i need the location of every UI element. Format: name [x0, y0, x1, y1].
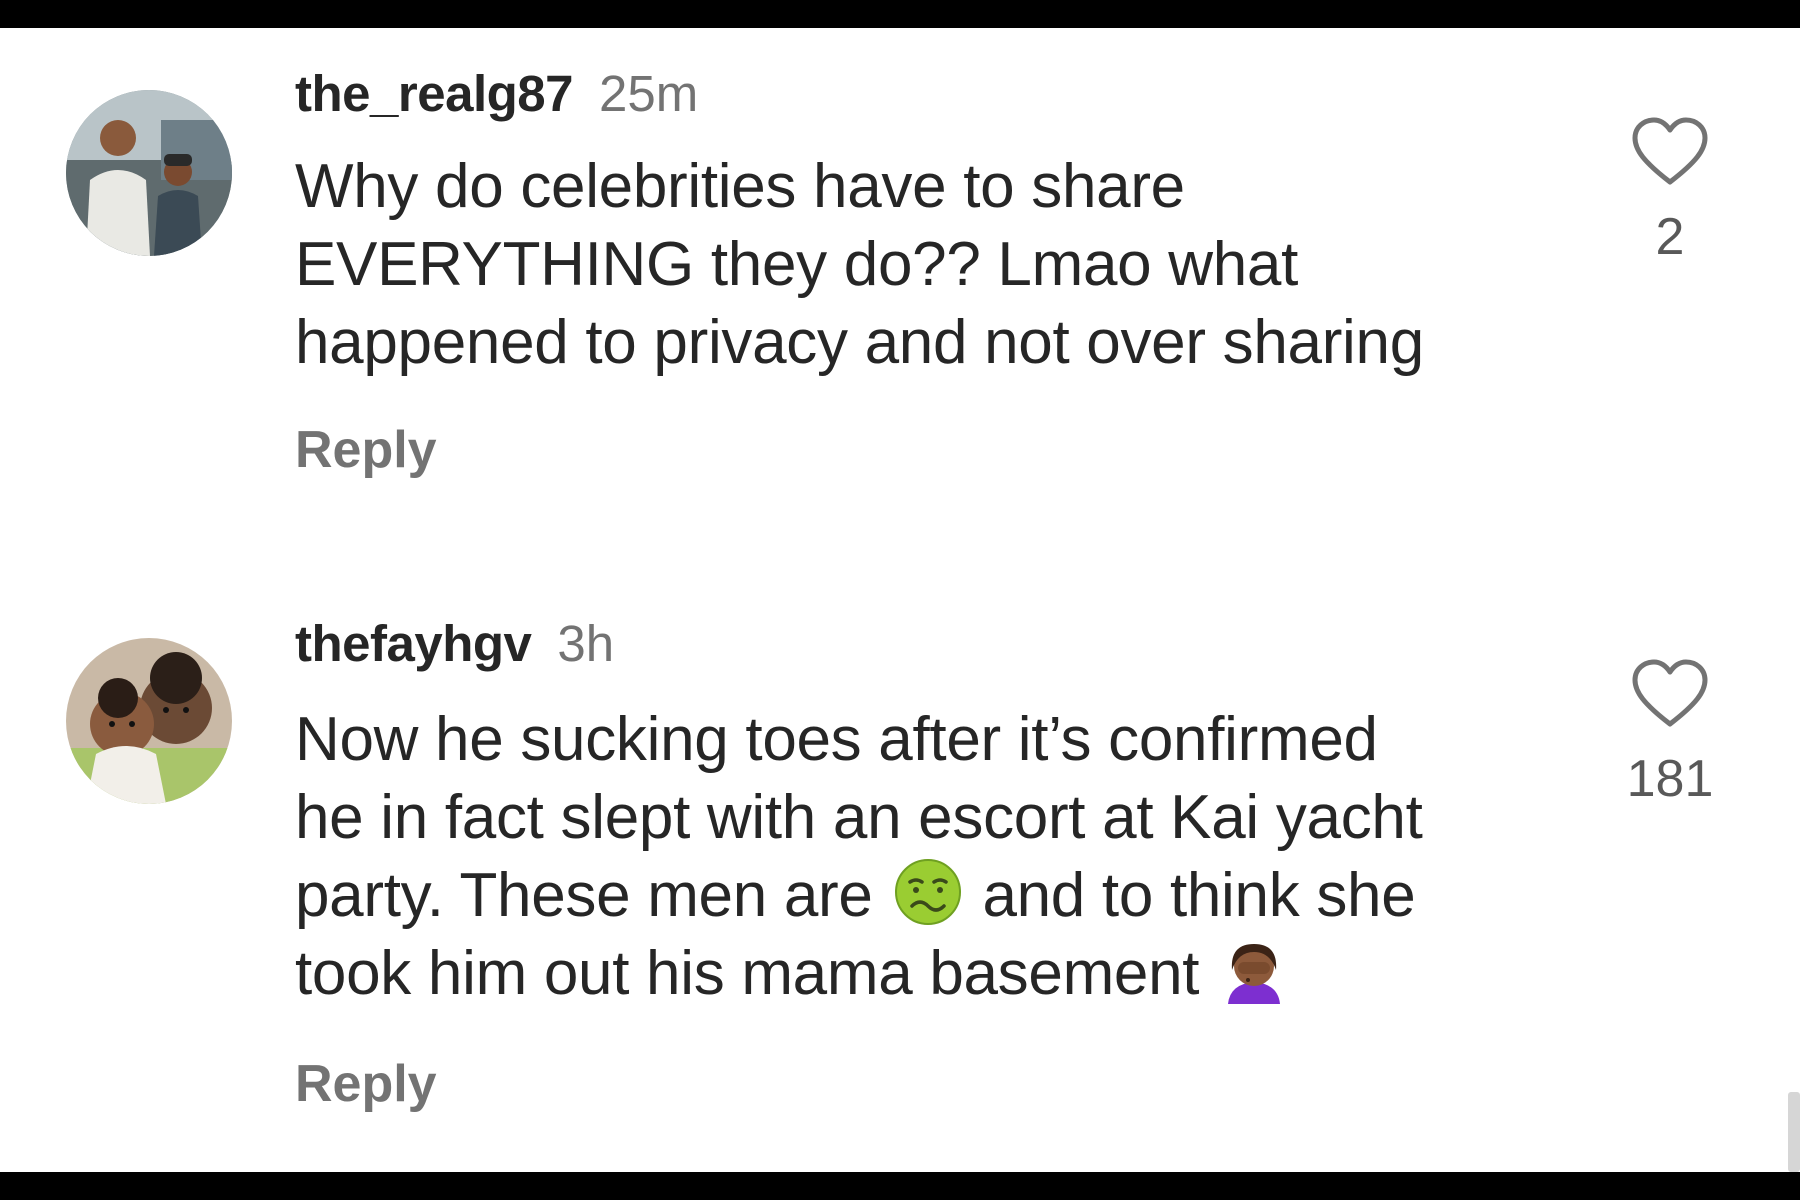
comment-text-fragment: took him out his mama basement [295, 939, 1200, 1008]
comment-meta: thefayhgv 3h [295, 614, 614, 674]
heart-outline-icon[interactable] [1630, 658, 1710, 730]
comment-item: the_realg87 25m Why do celebrities have t… [0, 28, 1800, 548]
avatar[interactable] [66, 638, 232, 804]
reply-button[interactable]: Reply [295, 1054, 437, 1114]
comment-text: Now he sucking toes after it’s confirmed… [295, 701, 1555, 1013]
comment-line: took him out his mama basement [295, 935, 1555, 1013]
comment-line: EVERYTHING they do?? Lmao what [295, 230, 1299, 299]
user-photo-icon [66, 638, 232, 804]
comment-timestamp: 25m [599, 65, 699, 122]
nauseated-face-emoji-icon [894, 858, 962, 926]
comment-line: happened to privacy and not over sharing [295, 308, 1424, 377]
comment-line: Now he sucking toes after it’s confirmed [295, 705, 1378, 774]
comment-timestamp: 3h [557, 615, 615, 672]
avatar[interactable] [66, 90, 232, 256]
comment-meta: the_realg87 25m [295, 64, 698, 124]
comment-text-fragment: party. These men are [295, 861, 873, 930]
scrollbar-thumb[interactable] [1788, 1092, 1800, 1172]
comment-text: Why do celebrities have to share EVERYTH… [295, 148, 1555, 382]
comment-line: Why do celebrities have to share [295, 152, 1185, 221]
like-control: 2 [1610, 116, 1730, 267]
username-link[interactable]: thefayhgv [295, 615, 532, 672]
like-count: 181 [1626, 750, 1714, 808]
comment-line: party. These men are and to think she [295, 857, 1555, 935]
woman-facepalming-emoji-icon [1220, 936, 1288, 1004]
reply-button[interactable]: Reply [295, 420, 437, 480]
user-photo-icon [66, 90, 232, 256]
username-link[interactable]: the_realg87 [295, 65, 574, 122]
heart-outline-icon[interactable] [1630, 116, 1710, 188]
comment-item: thefayhgv 3h Now he sucking toes after it… [0, 548, 1800, 1168]
like-control: 181 [1610, 658, 1730, 809]
like-count: 2 [1655, 208, 1685, 266]
comments-panel: the_realg87 25m Why do celebrities have t… [0, 28, 1800, 1172]
comment-text-fragment: and to think she [982, 861, 1416, 930]
comment-line: he in fact slept with an escort at Kai y… [295, 783, 1423, 852]
